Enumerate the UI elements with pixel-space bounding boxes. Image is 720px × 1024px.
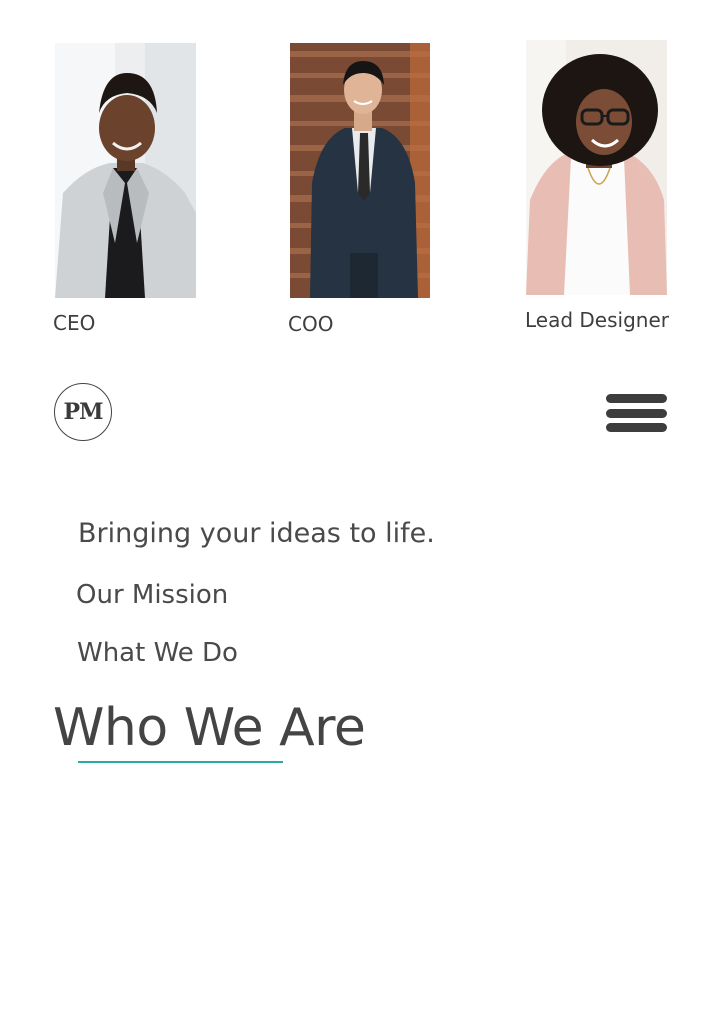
hamburger-menu-icon[interactable] <box>606 394 668 436</box>
ceo-role-label: CEO <box>53 311 96 335</box>
nav-our-mission[interactable]: Our Mission <box>76 580 228 610</box>
coo-photo <box>290 43 430 298</box>
active-underline <box>78 761 283 763</box>
nav-who-we-are[interactable]: Who We Are <box>53 698 366 758</box>
coo-role-label: COO <box>288 312 334 336</box>
tagline: Bringing your ideas to life. <box>78 518 435 549</box>
lead-designer-role-label: Lead Designer <box>525 308 669 332</box>
lead-designer-photo <box>526 40 667 295</box>
pm-logo[interactable]: PM <box>54 383 112 441</box>
nav-what-we-do[interactable]: What We Do <box>77 638 238 668</box>
ceo-photo <box>55 43 196 298</box>
